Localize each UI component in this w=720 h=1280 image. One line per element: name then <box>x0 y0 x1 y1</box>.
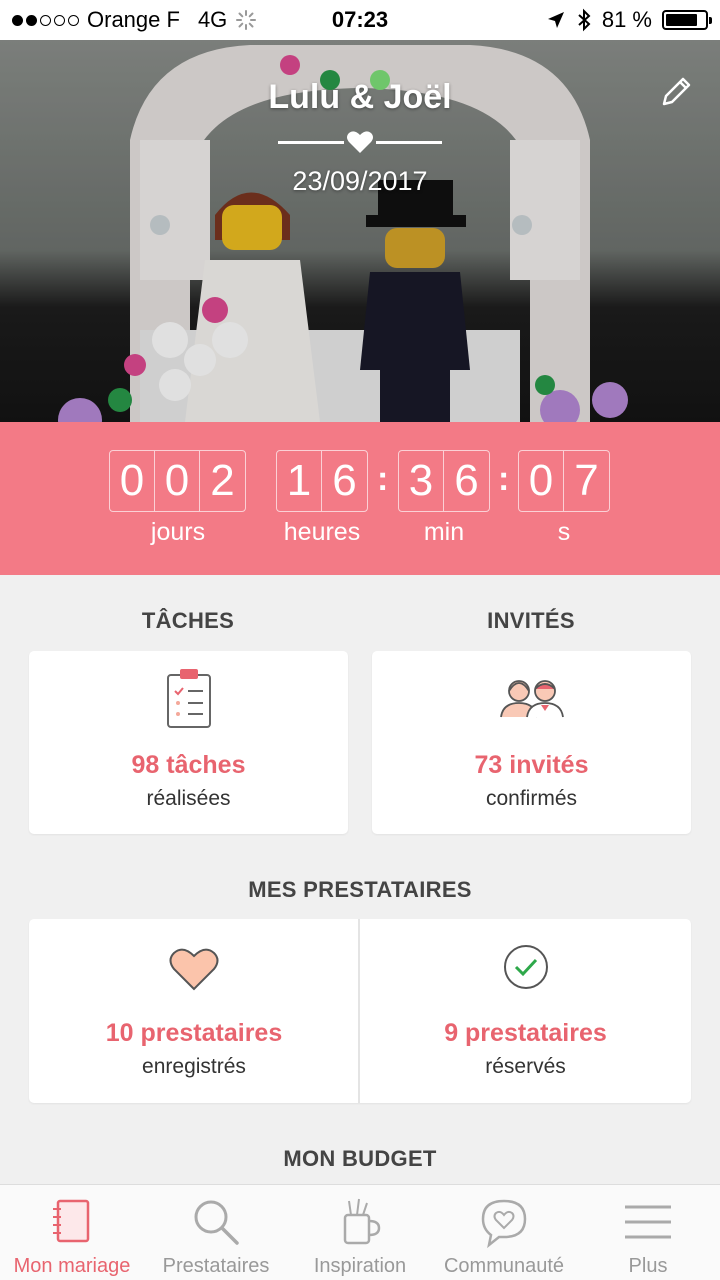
heart-outline-icon <box>169 948 219 991</box>
bluetooth-icon <box>578 8 591 32</box>
signal-strength-icon <box>12 14 79 26</box>
network-type: 4G <box>197 7 228 32</box>
status-bar: Orange F 4G 07:23 81 % <box>0 0 720 40</box>
battery-level <box>666 14 697 26</box>
heart-divider <box>278 131 442 153</box>
wedding-date: 23/09/2017 <box>292 166 428 196</box>
edit-pencil-icon[interactable] <box>656 72 696 112</box>
guests-count: 73 invités <box>474 751 589 779</box>
heart-icon <box>347 131 373 153</box>
countdown-digit: 3 <box>399 451 444 511</box>
carrier-name: Orange F <box>87 7 180 32</box>
vendors-saved-status: enregistrés <box>142 1055 246 1078</box>
status-left: Orange F 4G <box>12 7 257 33</box>
countdown-digit: 6 <box>454 456 479 505</box>
battery-percentage: 81 % <box>601 7 652 32</box>
nav-label: Prestataires <box>162 1255 270 1277</box>
vendors-saved-count: 10 prestataires <box>105 1019 283 1047</box>
countdown-digit: 1 <box>277 451 322 511</box>
nav-label: Plus <box>628 1255 668 1277</box>
menu-icon <box>625 1205 671 1239</box>
nav-communaute[interactable]: Communauté <box>432 1185 576 1280</box>
countdown-digit: 7 <box>574 456 599 505</box>
clipboard-checklist-icon <box>166 669 211 728</box>
chat-heart-icon <box>481 1199 527 1249</box>
tasks-count: 98 tâches <box>131 751 246 779</box>
loading-spinner-icon <box>236 10 257 30</box>
countdown-label-minutes: min <box>423 518 465 546</box>
location-arrow-icon <box>547 12 564 28</box>
battery-icon <box>662 10 712 30</box>
countdown-hours: 1 6 <box>276 450 368 512</box>
countdown-digit: 6 <box>332 456 357 505</box>
vendors-title: MES PRESTATAIRES <box>248 877 472 902</box>
vendors-booked-count: 9 prestataires <box>444 1019 607 1047</box>
countdown-label-hours: heures <box>283 518 361 546</box>
nav-prestataires[interactable]: Prestataires <box>144 1185 288 1280</box>
countdown-separator: : <box>377 460 389 498</box>
nav-inspiration[interactable]: Inspiration <box>288 1185 432 1280</box>
notebook-icon <box>53 1199 90 1243</box>
countdown-label-days: jours <box>150 518 206 546</box>
countdown-digit: 0 <box>110 451 155 511</box>
vendors-booked-status: réservés <box>485 1055 566 1078</box>
countdown-days: 0 0 2 <box>109 450 246 512</box>
bottom-navigation: Mon mariage Prestataires Inspiration Com… <box>0 1184 720 1280</box>
nav-plus[interactable]: Plus <box>576 1185 720 1280</box>
hero-banner: Lulu & Joël 23/09/2017 <box>0 40 720 422</box>
countdown-separator: : <box>498 460 510 498</box>
guests-status: confirmés <box>485 787 578 810</box>
nav-label: Communauté <box>443 1255 565 1277</box>
nav-label: Mon mariage <box>13 1255 131 1277</box>
vendors-booked[interactable]: 9 prestataires réservés <box>360 919 691 1103</box>
countdown-digit: 0 <box>155 451 200 511</box>
couple-names: Lulu & Joël <box>268 78 452 116</box>
guests-title: INVITÉS <box>487 608 575 633</box>
search-icon <box>194 1200 239 1245</box>
guests-couple-icon <box>499 680 564 718</box>
vendors-saved[interactable]: 10 prestataires enregistrés <box>29 919 359 1103</box>
countdown: 0 0 2 1 6 : 3 6 : 0 7 <box>0 422 720 575</box>
check-circle-icon <box>503 945 548 989</box>
countdown-seconds: 0 7 <box>518 450 610 512</box>
status-right: 81 % <box>546 7 712 33</box>
countdown-minutes: 3 6 <box>398 450 490 512</box>
nav-label: Inspiration <box>313 1255 407 1277</box>
guests-card[interactable]: 73 invités confirmés <box>372 651 691 834</box>
tasks-status: réalisées <box>146 787 231 810</box>
tasks-card[interactable]: 98 tâches réalisées <box>29 651 348 834</box>
vendors-card: 10 prestataires enregistrés 9 prestatair… <box>29 919 691 1103</box>
countdown-digit: 0 <box>519 451 564 511</box>
nav-mon-mariage[interactable]: Mon mariage <box>0 1185 144 1280</box>
mug-icon <box>343 1198 381 1245</box>
countdown-label-seconds: s <box>557 518 571 546</box>
budget-title: MON BUDGET <box>283 1146 437 1171</box>
countdown-digit: 2 <box>210 456 235 505</box>
